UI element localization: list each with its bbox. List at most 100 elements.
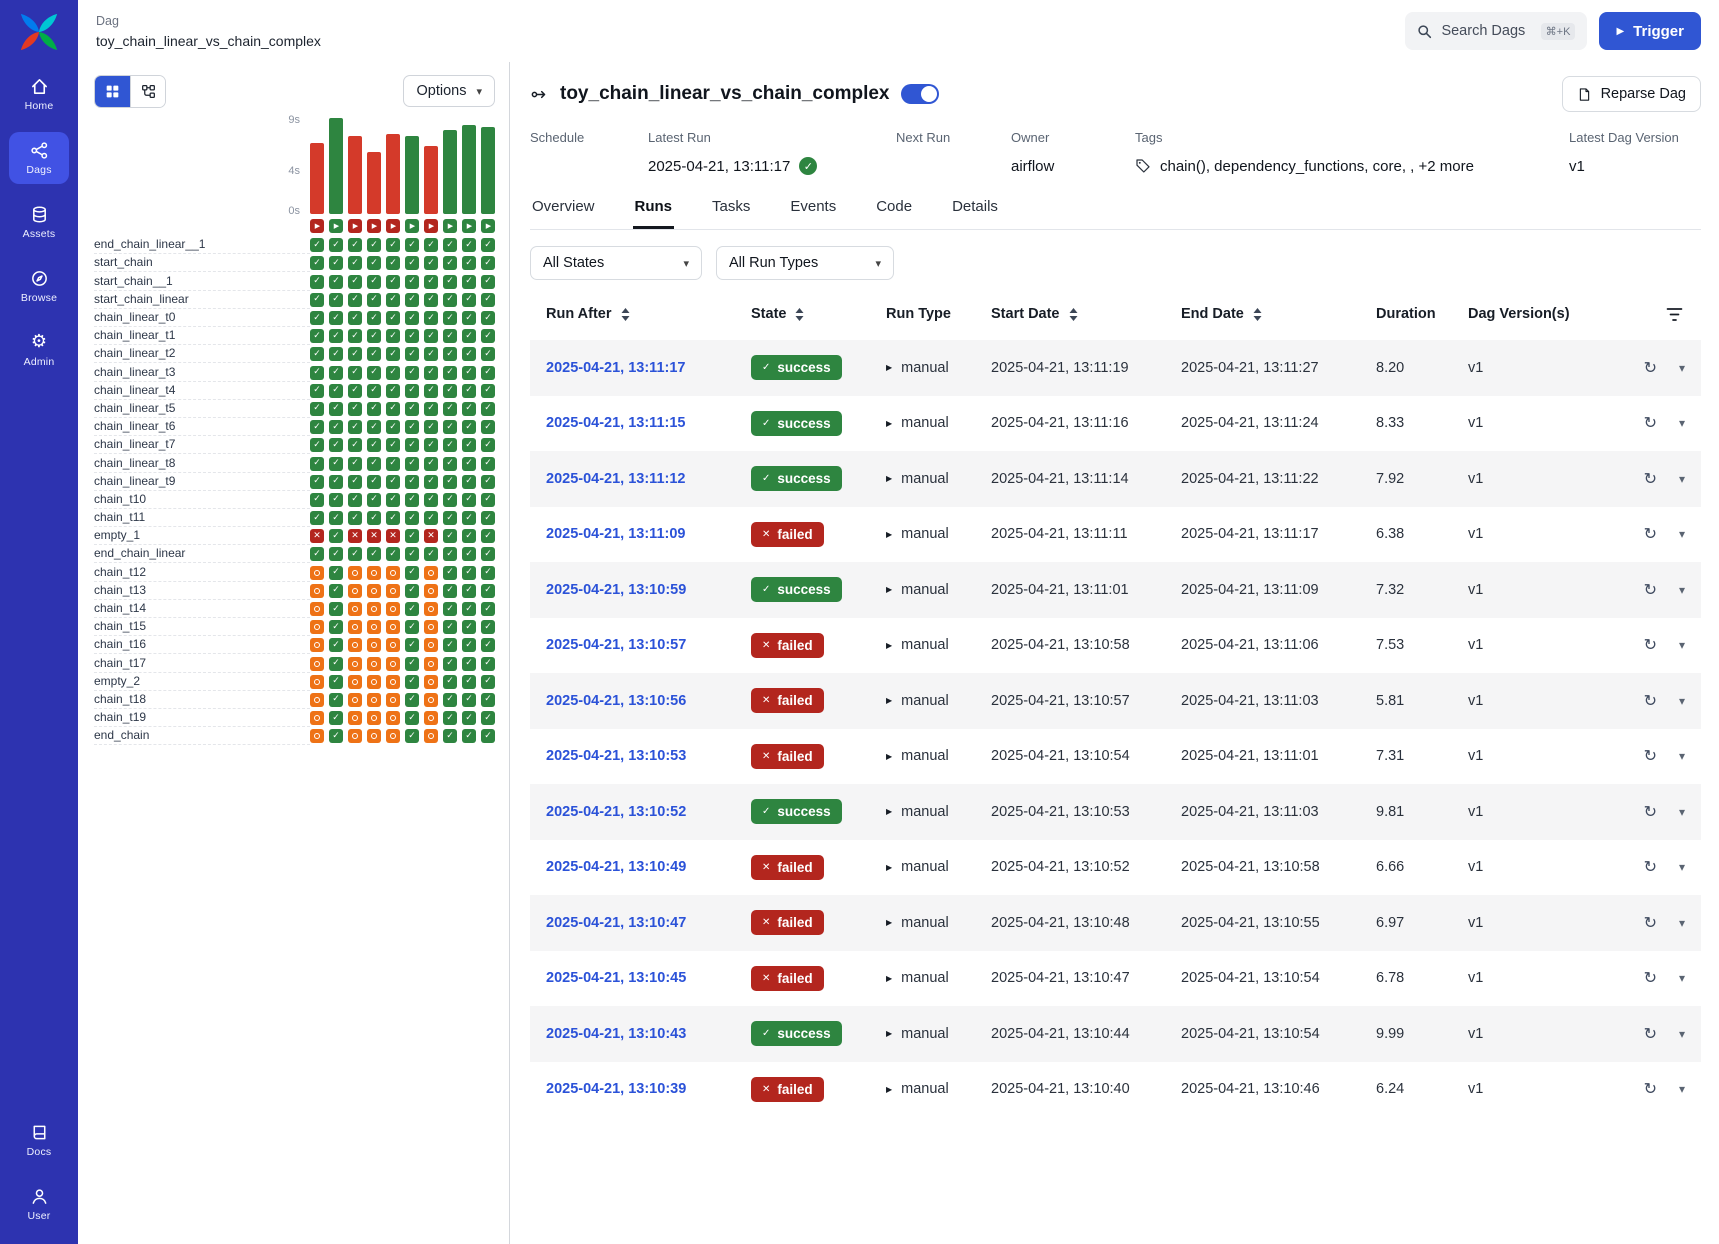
task-instance-upstream_failed[interactable]	[386, 675, 400, 689]
task-instance-success[interactable]: ✓	[367, 493, 381, 507]
column-header-start-date[interactable]: Start Date	[991, 306, 1181, 322]
duration-bar[interactable]	[310, 143, 324, 214]
task-instance-success[interactable]: ✓	[367, 347, 381, 361]
row-menu-button[interactable]: ▾	[1679, 972, 1685, 984]
task-name[interactable]: chain_linear_t2	[94, 345, 310, 363]
task-instance-success[interactable]: ✓	[310, 311, 324, 325]
task-instance-success[interactable]: ✓	[329, 420, 343, 434]
task-name[interactable]: chain_t11	[94, 509, 310, 527]
task-instance-upstream_failed[interactable]	[310, 693, 324, 707]
task-instance-success[interactable]: ✓	[481, 529, 495, 543]
task-instance-success[interactable]: ✓	[481, 657, 495, 671]
task-name[interactable]: chain_linear_t4	[94, 382, 310, 400]
row-menu-button[interactable]: ▾	[1679, 362, 1685, 374]
task-instance-success[interactable]: ✓	[443, 366, 457, 380]
task-instance-success[interactable]: ✓	[348, 420, 362, 434]
task-instance-success[interactable]: ✓	[310, 329, 324, 343]
task-instance-success[interactable]: ✓	[481, 638, 495, 652]
task-instance-success[interactable]: ✓	[405, 420, 419, 434]
run-square-failed[interactable]: ▶	[348, 219, 362, 233]
task-instance-upstream_failed[interactable]	[348, 675, 362, 689]
task-instance-success[interactable]: ✓	[348, 511, 362, 525]
task-instance-success[interactable]: ✓	[443, 657, 457, 671]
task-instance-upstream_failed[interactable]	[310, 657, 324, 671]
task-instance-upstream_failed[interactable]	[348, 602, 362, 616]
sidebar-item-dags[interactable]: Dags	[9, 132, 69, 184]
run-square-failed[interactable]: ▶	[424, 219, 438, 233]
task-instance-success[interactable]: ✓	[348, 238, 362, 252]
task-instance-success[interactable]: ✓	[443, 511, 457, 525]
task-name[interactable]: chain_linear_t9	[94, 473, 310, 491]
task-instance-upstream_failed[interactable]	[348, 657, 362, 671]
task-instance-success[interactable]: ✓	[424, 420, 438, 434]
clear-run-button[interactable]: ↻	[1644, 859, 1657, 875]
task-instance-success[interactable]: ✓	[329, 693, 343, 707]
clear-run-button[interactable]: ↻	[1644, 748, 1657, 764]
task-instance-success[interactable]: ✓	[481, 511, 495, 525]
task-instance-success[interactable]: ✓	[443, 493, 457, 507]
task-name[interactable]: end_chain_linear__1	[94, 236, 310, 254]
task-instance-success[interactable]: ✓	[462, 438, 476, 452]
breadcrumb-dag-name[interactable]: toy_chain_linear_vs_chain_complex	[96, 33, 321, 49]
row-menu-button[interactable]: ▾	[1679, 528, 1685, 540]
task-instance-success[interactable]: ✓	[310, 420, 324, 434]
task-instance-success[interactable]: ✓	[443, 329, 457, 343]
task-instance-success[interactable]: ✓	[424, 438, 438, 452]
task-name[interactable]: chain_linear_t6	[94, 418, 310, 436]
row-menu-button[interactable]: ▾	[1679, 417, 1685, 429]
duration-bar[interactable]	[405, 136, 419, 214]
task-instance-success[interactable]: ✓	[462, 475, 476, 489]
column-header-end-date[interactable]: End Date	[1181, 306, 1376, 322]
task-instance-success[interactable]: ✓	[329, 329, 343, 343]
task-instance-success[interactable]: ✓	[424, 256, 438, 270]
task-instance-success[interactable]: ✓	[405, 347, 419, 361]
task-instance-success[interactable]: ✓	[424, 493, 438, 507]
sidebar-item-admin[interactable]: ⚙Admin	[9, 324, 69, 376]
task-instance-success[interactable]: ✓	[462, 675, 476, 689]
task-instance-success[interactable]: ✓	[481, 347, 495, 361]
task-instance-success[interactable]: ✓	[310, 384, 324, 398]
task-instance-success[interactable]: ✓	[462, 493, 476, 507]
task-instance-success[interactable]: ✓	[310, 493, 324, 507]
row-menu-button[interactable]: ▾	[1679, 861, 1685, 873]
task-instance-success[interactable]: ✓	[405, 384, 419, 398]
task-instance-upstream_failed[interactable]	[386, 602, 400, 616]
run-after-link[interactable]: 2025-04-21, 13:11:17	[546, 360, 751, 376]
task-instance-success[interactable]: ✓	[386, 311, 400, 325]
task-instance-upstream_failed[interactable]	[310, 711, 324, 725]
task-instance-failed[interactable]: ✕	[424, 529, 438, 543]
task-instance-success[interactable]: ✓	[462, 420, 476, 434]
run-square-failed[interactable]: ▶	[386, 219, 400, 233]
task-instance-success[interactable]: ✓	[367, 547, 381, 561]
task-instance-success[interactable]: ✓	[367, 293, 381, 307]
task-instance-success[interactable]: ✓	[443, 638, 457, 652]
task-instance-success[interactable]: ✓	[462, 638, 476, 652]
task-instance-failed[interactable]: ✕	[348, 529, 362, 543]
task-instance-success[interactable]: ✓	[310, 457, 324, 471]
task-instance-success[interactable]: ✓	[462, 602, 476, 616]
run-after-link[interactable]: 2025-04-21, 13:10:59	[546, 582, 751, 598]
task-instance-success[interactable]: ✓	[462, 547, 476, 561]
task-instance-success[interactable]: ✓	[481, 493, 495, 507]
column-header-state[interactable]: State	[751, 306, 886, 322]
task-instance-upstream_failed[interactable]	[424, 602, 438, 616]
run-after-link[interactable]: 2025-04-21, 13:10:49	[546, 859, 751, 875]
task-instance-success[interactable]: ✓	[443, 256, 457, 270]
task-instance-success[interactable]: ✓	[348, 547, 362, 561]
task-instance-success[interactable]: ✓	[367, 402, 381, 416]
task-instance-success[interactable]: ✓	[367, 438, 381, 452]
task-instance-success[interactable]: ✓	[443, 402, 457, 416]
task-instance-success[interactable]: ✓	[424, 347, 438, 361]
sort-icon[interactable]	[794, 307, 805, 322]
latest-run-value[interactable]: 2025-04-21, 13:11:17	[648, 158, 790, 175]
run-square-success[interactable]: ▶	[462, 219, 476, 233]
task-instance-success[interactable]: ✓	[481, 620, 495, 634]
task-instance-success[interactable]: ✓	[329, 311, 343, 325]
clear-run-button[interactable]: ↻	[1644, 415, 1657, 431]
task-name[interactable]: chain_t12	[94, 564, 310, 582]
task-instance-success[interactable]: ✓	[405, 529, 419, 543]
task-instance-success[interactable]: ✓	[329, 402, 343, 416]
task-instance-success[interactable]: ✓	[329, 457, 343, 471]
task-instance-upstream_failed[interactable]	[310, 584, 324, 598]
task-instance-success[interactable]: ✓	[386, 457, 400, 471]
